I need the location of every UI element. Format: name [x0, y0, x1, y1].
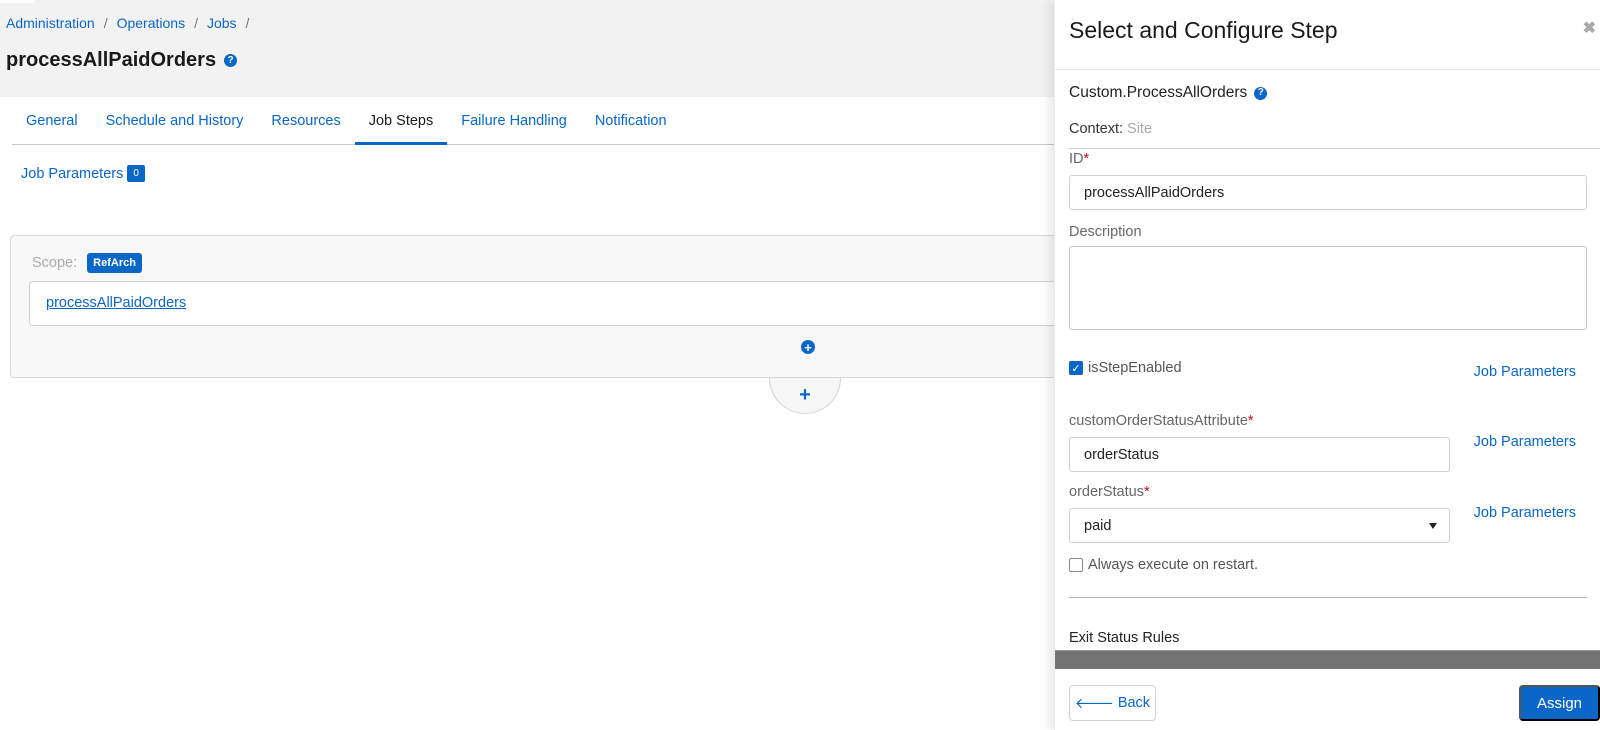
breadcrumb-separator: / [103, 15, 108, 31]
description-textarea[interactable] [1069, 246, 1587, 330]
custom-order-status-attribute-label: customOrderStatusAttribute* [1069, 413, 1254, 429]
help-icon[interactable]: ? [1254, 86, 1268, 100]
page-title: processAllPaidOrders ? [6, 49, 238, 72]
exit-status-rules-heading: Exit Status Rules [1069, 630, 1180, 646]
page-header: Administration / Operations / Jobs / pro… [0, 0, 1054, 97]
always-execute-label: Always execute on restart. [1088, 557, 1259, 573]
order-status-label: orderStatus* [1069, 484, 1150, 500]
help-icon[interactable]: ? [224, 54, 238, 67]
scope-badge: RefArch [87, 253, 142, 273]
id-label-text: ID [1069, 151, 1084, 167]
panel-title: Select and Configure Step [1069, 17, 1338, 43]
description-label: Description [1069, 224, 1142, 240]
context-label: Context: [1069, 121, 1123, 137]
add-scope-button[interactable]: + [769, 378, 841, 414]
divider [1055, 69, 1600, 70]
tab-resources[interactable]: Resources [257, 105, 354, 145]
add-step-circle-icon[interactable]: + [801, 340, 815, 354]
breadcrumb-separator: / [194, 15, 198, 31]
job-parameters-label: Job Parameters [21, 165, 124, 182]
arrow-left-icon: 🡐 [1074, 695, 1114, 712]
configure-step-panel: Select and Configure Step ✖ Custom.Proce… [1054, 0, 1600, 730]
scope-container: Scope: RefArch processAllPaidOrders + [10, 235, 1089, 378]
job-parameters-link-custom-order-status-attribute[interactable]: Job Parameters [1474, 434, 1576, 450]
page: Administration / Operations / Jobs / pro… [0, 0, 1600, 730]
breadcrumb-operations[interactable]: Operations [117, 15, 185, 31]
job-parameters-link-order-status[interactable]: Job Parameters [1474, 505, 1576, 521]
breadcrumb-separator: / [245, 15, 250, 31]
divider [1069, 148, 1600, 149]
step-card[interactable]: processAllPaidOrders [29, 281, 1089, 326]
required-mark: * [1083, 151, 1090, 167]
required-mark: * [1247, 413, 1254, 429]
custom-order-status-attribute-input[interactable]: orderStatus [1069, 437, 1450, 472]
id-label: ID* [1069, 151, 1089, 167]
breadcrumb-jobs[interactable]: Jobs [207, 15, 237, 31]
step-type-name: Custom.ProcessAllOrders [1069, 84, 1248, 101]
tab-failure-handling[interactable]: Failure Handling [447, 105, 581, 145]
divider [1069, 597, 1587, 598]
close-icon[interactable]: ✖ [1583, 18, 1596, 38]
is-step-enabled-row: ✓ isStepEnabled [1069, 360, 1182, 376]
job-parameters-count-badge: 0 [127, 165, 145, 182]
back-button[interactable]: 🡐 Back [1069, 685, 1156, 721]
always-execute-row: Always execute on restart. [1069, 557, 1258, 573]
page-title-text: processAllPaidOrders [6, 49, 217, 71]
tab-job-steps[interactable]: Job Steps [354, 105, 448, 145]
chevron-down-icon [1429, 523, 1437, 529]
step-link[interactable]: processAllPaidOrders [46, 295, 186, 311]
always-execute-checkbox[interactable] [1069, 558, 1083, 572]
context-row: Context: Site [1069, 121, 1152, 137]
tab-schedule-and-history[interactable]: Schedule and History [92, 105, 258, 145]
scope-label: Scope: [32, 255, 78, 271]
exit-status-rules-bar [1055, 650, 1600, 669]
top-tab-stub [0, 0, 34, 3]
tab-general[interactable]: General [12, 105, 92, 145]
id-input[interactable]: processAllPaidOrders [1069, 175, 1587, 210]
back-button-label: Back [1117, 695, 1151, 711]
breadcrumb-administration[interactable]: Administration [6, 15, 95, 31]
is-step-enabled-checkbox[interactable]: ✓ [1069, 361, 1083, 375]
order-status-select[interactable]: paid [1069, 508, 1450, 543]
order-status-label-text: orderStatus [1069, 484, 1144, 500]
breadcrumb: Administration / Operations / Jobs / [6, 15, 258, 31]
tab-notification[interactable]: Notification [581, 105, 681, 145]
job-parameters-link[interactable]: Job Parameters 0 [21, 165, 145, 182]
context-value: Site [1127, 121, 1153, 137]
job-parameters-link-is-step-enabled[interactable]: Job Parameters [1474, 364, 1576, 380]
custom-order-status-attribute-label-text: customOrderStatusAttribute [1069, 413, 1248, 429]
step-type: Custom.ProcessAllOrders ? [1069, 84, 1268, 102]
is-step-enabled-label: isStepEnabled [1088, 360, 1182, 376]
required-mark: * [1143, 484, 1150, 500]
scope-label-row: Scope: RefArch [32, 253, 142, 273]
assign-button[interactable]: Assign [1519, 685, 1600, 721]
tab-bar: General Schedule and History Resources J… [12, 105, 1054, 145]
order-status-selected-value: paid [1084, 517, 1112, 534]
